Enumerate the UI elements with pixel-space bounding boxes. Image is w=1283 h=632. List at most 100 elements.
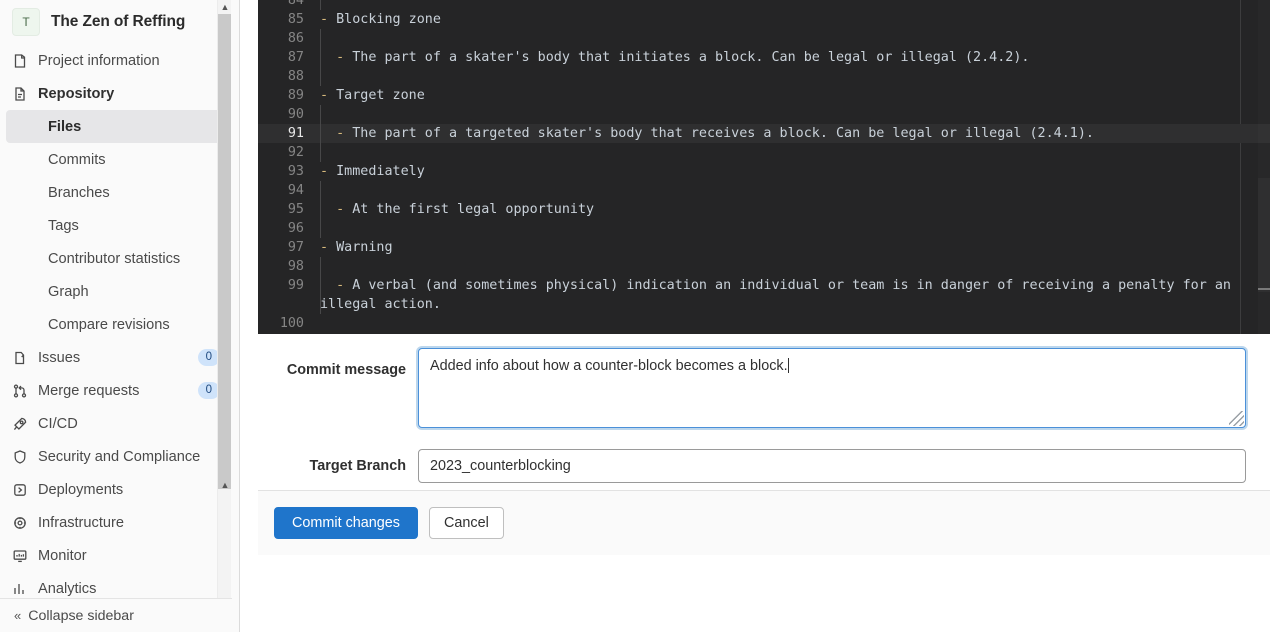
sidebar-item-commits[interactable]: Commits: [6, 143, 226, 176]
sidebar-item-deployments[interactable]: Deployments: [0, 473, 232, 506]
sidebar-item-label: Issues: [38, 349, 81, 366]
sidebar-item-branches[interactable]: Branches: [6, 176, 226, 209]
sidebar-item-label: Repository: [38, 85, 115, 102]
editor-line-text: [320, 219, 1270, 238]
sidebar-scroll-region: T The Zen of Reffing Project information: [0, 0, 232, 598]
monitor-icon: [12, 548, 28, 564]
sidebar-item-repository[interactable]: Repository: [0, 77, 232, 110]
indent-guide: [320, 29, 321, 48]
editor-line-number: 89: [287, 88, 304, 103]
code-editor[interactable]: 84 85 - Blocking zone 86 87 - The part of …: [258, 0, 1270, 334]
scroll-up-arrow-icon[interactable]: ▲: [218, 0, 232, 14]
editor-line[interactable]: 98: [258, 257, 1270, 276]
sidebar-item-label: CI/CD: [38, 415, 78, 432]
project-name: The Zen of Reffing: [51, 13, 186, 30]
textarea-resize-handle[interactable]: [1229, 411, 1244, 426]
page-bottom-whitespace: [258, 555, 1270, 632]
sidebar-item-graph[interactable]: Graph: [6, 275, 226, 308]
project-avatar: T: [12, 8, 40, 36]
text-cursor: [787, 358, 789, 373]
sidebar-item-files[interactable]: Files: [6, 110, 226, 143]
cloud-gear-icon: [12, 515, 28, 531]
editor-line[interactable]: 87 - The part of a skater's body that in…: [258, 48, 1270, 67]
editor-line[interactable]: 84: [258, 0, 1270, 10]
indent-guide: [320, 257, 321, 276]
project-header[interactable]: T The Zen of Reffing: [0, 0, 232, 44]
editor-line[interactable]: 99 - A verbal (and sometimes physical) i…: [258, 276, 1270, 314]
editor-scroll-marker: [1258, 288, 1270, 290]
sidebar-subitem-label: Files: [48, 118, 82, 135]
sidebar-nav: Project information Repository Files Com…: [0, 44, 232, 598]
editor-line-text: [320, 0, 1270, 10]
target-branch-input[interactable]: [418, 449, 1246, 483]
editor-line[interactable]: 94: [258, 181, 1270, 200]
editor-line[interactable]: 88: [258, 67, 1270, 86]
cancel-button[interactable]: Cancel: [428, 507, 504, 539]
indent-guide: [320, 105, 321, 124]
editor-scrollbar[interactable]: [1258, 0, 1270, 334]
editor-line-number: 94: [287, 183, 304, 198]
editor-line[interactable]: 96: [258, 219, 1270, 238]
editor-line-number: 86: [287, 31, 304, 46]
indent-guide: [320, 48, 321, 67]
sidebar-item-ci-cd[interactable]: CI/CD: [0, 407, 232, 440]
document-icon: [12, 86, 28, 102]
editor-line-number: 90: [287, 107, 304, 122]
editor-line-number: 87: [287, 50, 304, 65]
sidebar-item-contributor-statistics[interactable]: Contributor statistics: [6, 242, 226, 275]
editor-line-number: 95: [287, 202, 304, 217]
editor-line[interactable]: 92: [258, 143, 1270, 162]
edit-file-container: 84 85 - Blocking zone 86 87 - The part of …: [258, 0, 1270, 632]
editor-line-list: 84 85 - Blocking zone 86 87 - The part of …: [258, 0, 1270, 333]
editor-line[interactable]: 86: [258, 29, 1270, 48]
editor-line[interactable]: 90: [258, 105, 1270, 124]
deployments-icon: [12, 482, 28, 498]
editor-line[interactable]: 100: [258, 314, 1270, 333]
indent-guide: [320, 200, 321, 219]
sidebar-item-project-information[interactable]: Project information: [0, 44, 232, 77]
collapse-sidebar-button[interactable]: « Collapse sidebar: [0, 598, 232, 632]
editor-line-text: - Target zone: [320, 88, 425, 103]
editor-line-text: - A verbal (and sometimes physical) indi…: [320, 276, 1240, 314]
editor-scrollbar-thumb[interactable]: [1258, 178, 1270, 292]
commit-message-label: Commit message: [286, 362, 406, 378]
editor-line[interactable]: 91 - The part of a targeted skater's bod…: [258, 124, 1270, 143]
sidebar-item-issues[interactable]: Issues 0: [0, 341, 232, 374]
main-content: 84 85 - Blocking zone 86 87 - The part of …: [240, 0, 1283, 632]
editor-line[interactable]: 93 - Immediately: [258, 162, 1270, 181]
editor-line-number: 85: [287, 12, 304, 27]
sidebar-item-merge-requests[interactable]: Merge requests 0: [0, 374, 232, 407]
editor-line-text: [320, 314, 1270, 333]
sidebar-item-label: Analytics: [38, 580, 97, 597]
sidebar-scrollbar-thumb[interactable]: [218, 14, 232, 489]
sidebar-subitem-label: Tags: [48, 217, 79, 234]
target-branch-label: Target Branch: [309, 458, 407, 474]
editor-line-number: 93: [287, 164, 304, 179]
scroll-down-arrow-icon[interactable]: ▲: [218, 478, 232, 492]
double-chevron-left-icon: «: [14, 608, 21, 623]
sidebar-item-infrastructure[interactable]: Infrastructure: [0, 506, 232, 539]
sidebar-subitem-label: Contributor statistics: [48, 250, 181, 267]
editor-line-number: 100: [279, 316, 304, 331]
editor-line-text: - At the first legal opportunity: [320, 200, 1270, 219]
sidebar-item-monitor[interactable]: Monitor: [0, 539, 232, 572]
commit-message-value: Added info about how a counter-block bec…: [430, 358, 788, 374]
editor-line[interactable]: 89 - Target zone: [258, 86, 1270, 105]
commit-message-text[interactable]: Added info about how a counter-block bec…: [419, 349, 1245, 383]
editor-line-number: 88: [287, 69, 304, 84]
sidebar-item-compare-revisions[interactable]: Compare revisions: [6, 308, 226, 341]
editor-line[interactable]: 95 - At the first legal opportunity: [258, 200, 1270, 219]
commit-message-textarea[interactable]: Added info about how a counter-block bec…: [418, 348, 1246, 428]
editor-line-number: 96: [287, 221, 304, 236]
editor-line-text: - Immediately: [320, 164, 425, 179]
sidebar-item-tags[interactable]: Tags: [6, 209, 226, 242]
project-sidebar: T The Zen of Reffing Project information: [0, 0, 240, 632]
issues-icon: [12, 350, 28, 366]
sidebar-item-analytics[interactable]: Analytics: [0, 572, 232, 598]
editor-line[interactable]: 85 - Blocking zone: [258, 10, 1270, 29]
sidebar-scrollbar[interactable]: ▲ ▲: [217, 0, 232, 598]
commit-changes-button[interactable]: Commit changes: [274, 507, 418, 539]
rocket-icon: [12, 416, 28, 432]
sidebar-item-security-and-compliance[interactable]: Security and Compliance: [0, 440, 232, 473]
editor-line[interactable]: 97 - Warning: [258, 238, 1270, 257]
